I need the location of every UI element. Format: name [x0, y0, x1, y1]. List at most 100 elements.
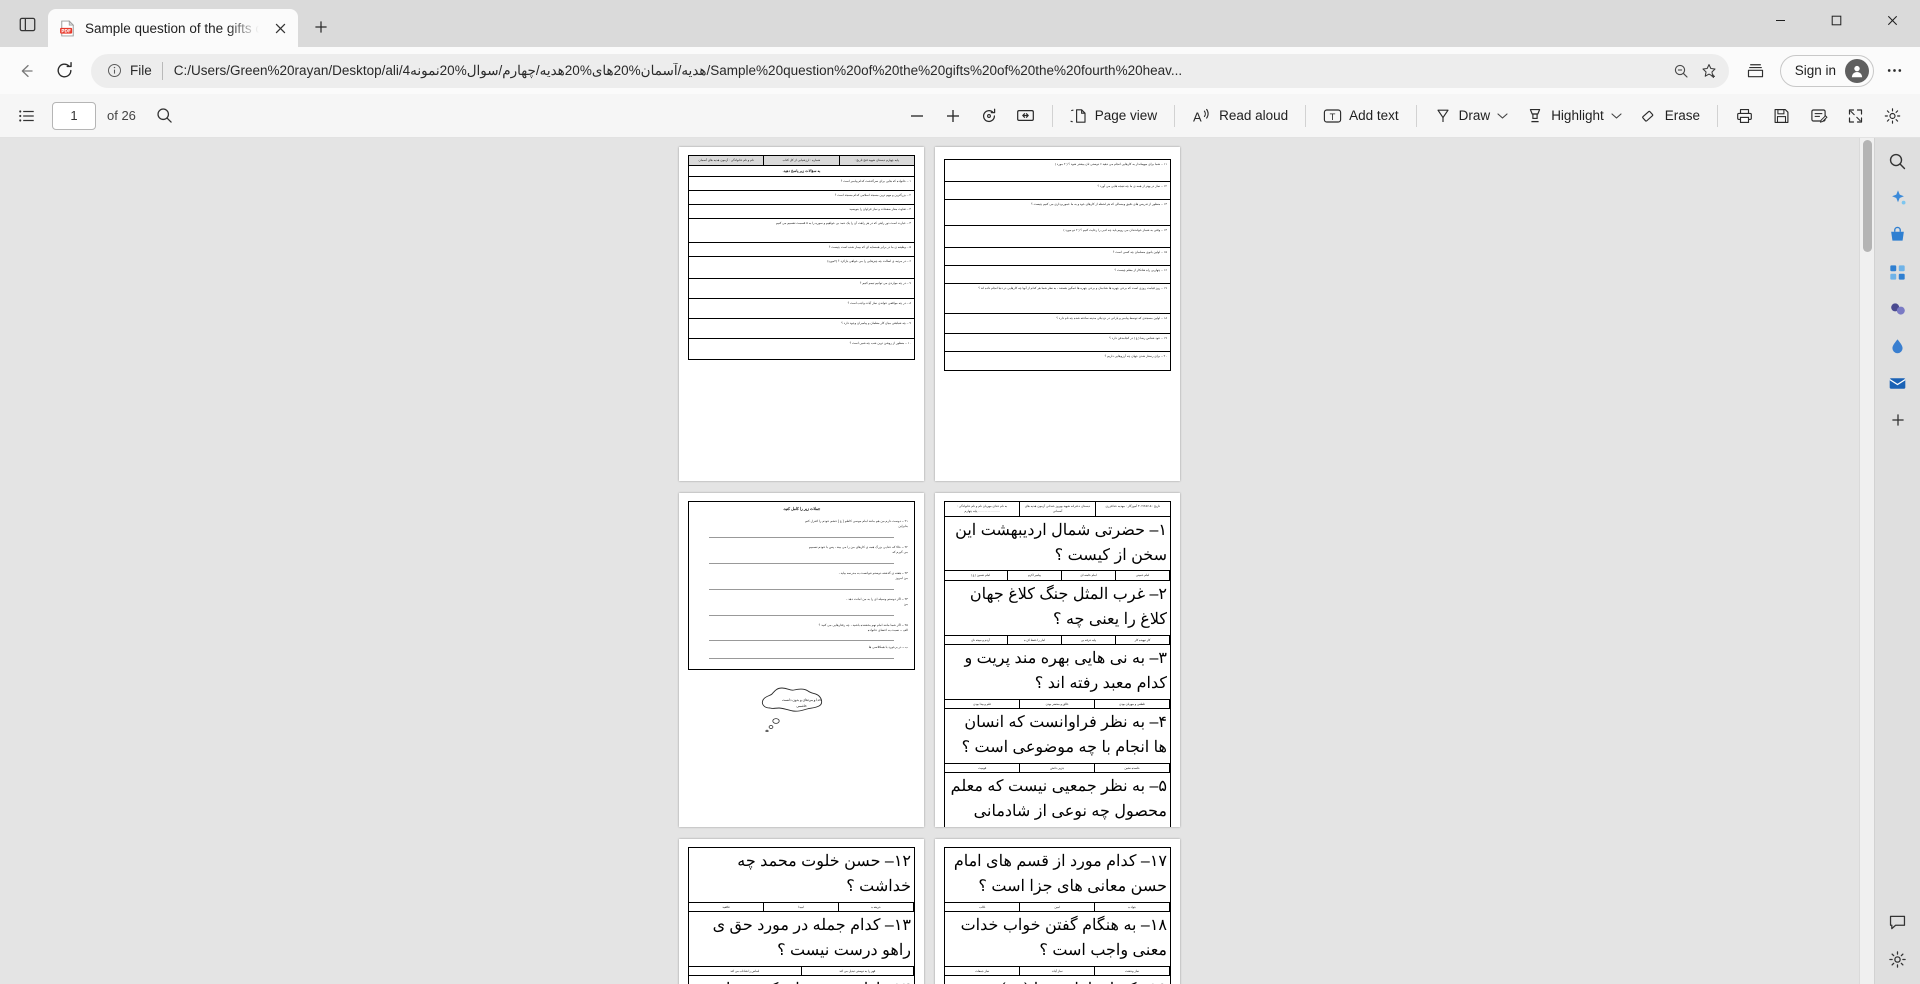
chevron-down-icon[interactable] [1497, 112, 1508, 120]
drop-icon[interactable] [1881, 329, 1915, 363]
mc-question: ۱۸– به هنگام گفتن خواب خدات معنی واجب اس… [945, 912, 1170, 967]
tools-icon[interactable] [1881, 255, 1915, 289]
pdf-settings-button[interactable] [1875, 99, 1910, 133]
star-add-icon[interactable] [1695, 57, 1723, 85]
pdf-page[interactable]: تاریخ : ۴۰۲/۲۸/۱۵ آموزگار : مهدیه خدافزر… [935, 493, 1180, 827]
pdf-page-row: جملات زیر را کامل کنید. ۲۱ – دوست دارم م… [679, 493, 1180, 827]
back-button[interactable] [8, 53, 44, 89]
sign-in-button[interactable]: Sign in [1779, 54, 1874, 87]
mc-option: امار را حفظ کن ه [1008, 635, 1062, 645]
info-circle-icon[interactable] [103, 60, 125, 82]
svg-text:PDF: PDF [61, 28, 71, 34]
fill-in-tail: ب – در برخورد با همکلاسی ها [868, 645, 908, 650]
search-icon[interactable] [1881, 144, 1915, 178]
pdf-page[interactable]: پایه چهارم دبستان شهید فتح تاریخ : شماره… [679, 147, 924, 481]
exam-question: ۱۷ – روز قیامت روزی است که برخی چهره ها … [945, 284, 1170, 314]
exam-header-cell: نام و نام خانوادگی : آزمون هدیه های آسما… [698, 158, 754, 162]
window-minimize-button[interactable] [1752, 0, 1808, 40]
exam-header-row: پایه چهارم دبستان شهید فتح تاریخ : شماره… [689, 156, 914, 166]
pdf-page[interactable]: ۱۷– کدام مورد از قسم های امام حسن معانی … [935, 839, 1180, 984]
zoom-in-button[interactable] [936, 99, 970, 133]
scrollbar-thumb[interactable] [1863, 140, 1872, 252]
pdf-scroll-container[interactable]: پایه چهارم دبستان شهید فتح تاریخ : شماره… [0, 138, 1859, 984]
save-button[interactable] [1764, 99, 1799, 133]
read-aloud-icon: A [1192, 107, 1212, 125]
fill-in-box: جملات زیر را کامل کنید. ۲۱ – دوست دارم م… [688, 501, 915, 670]
outlook-icon[interactable] [1881, 366, 1915, 400]
print-button[interactable] [1727, 99, 1762, 133]
highlight-button[interactable]: Highlight [1518, 99, 1630, 133]
url-text: C:/Users/Green%20rayan/Desktop/ali/4هدیه… [173, 62, 1183, 78]
collections-icon[interactable] [1738, 53, 1774, 89]
mc-option: حریفه ه [839, 902, 914, 912]
fill-in-prompt: ۲۳ – هفته ی گذشته دوستم نتوانست به مدرسه… [838, 570, 908, 575]
add-notes-button[interactable] [1801, 99, 1836, 133]
table-of-contents-button[interactable] [10, 99, 44, 133]
exam-question-list: ۱۱ – شما برای میهماندار به کارهایی انجام… [944, 159, 1171, 371]
mc-header-cell: به نام خدای مهربان نام و نام خانوادگی : … [957, 504, 1008, 513]
sidebar-settings-icon[interactable] [1881, 942, 1915, 976]
draw-button[interactable]: Draw [1426, 99, 1517, 133]
pdf-page[interactable]: ۱۱ – شما برای میهماندار به کارهایی انجام… [935, 147, 1180, 481]
add-sidebar-icon[interactable] [1881, 403, 1915, 437]
feedback-icon[interactable] [1881, 905, 1915, 939]
mc-question: ۱۴– اولین سوره ای که به پیامبر نازل شد چ… [689, 976, 914, 984]
mc-option: امام حسین ( ع ) [954, 571, 1008, 580]
read-aloud-button[interactable]: A Read aloud [1184, 99, 1296, 133]
reload-button[interactable] [46, 53, 82, 89]
pdf-search-button[interactable] [148, 99, 181, 133]
chevron-down-icon[interactable] [1611, 112, 1622, 120]
browser-tab[interactable]: PDF Sample question of the gifts of th [48, 9, 298, 47]
edge-sidebar [1874, 138, 1920, 984]
mc-question: ۵– به نظر جمعیی نیست که معلم محصول چه نو… [945, 773, 1170, 827]
erase-button[interactable]: Erase [1632, 99, 1708, 133]
fill-in-prompt: ۲۵ – اگر شما مانند امام نهم بخشنده باشید… [818, 622, 908, 627]
games-icon[interactable] [1881, 292, 1915, 326]
vertical-scrollbar[interactable] [1859, 138, 1874, 984]
window-controls [1752, 0, 1920, 40]
exam-question: ۱۸ – اولین مسجدی که توسط پیامبر و یارانی… [945, 314, 1170, 334]
rotate-button[interactable] [972, 99, 1006, 133]
close-icon[interactable] [268, 16, 292, 40]
tab-actions-icon[interactable] [6, 4, 48, 44]
exam-question: ۳ – تفاوت معار صفحات و نماز فراوان را بن… [689, 205, 914, 219]
add-text-label: Add text [1349, 108, 1399, 123]
mc-question: ۱۲– حسن خلوت محمد چه خداشت ؟ [689, 848, 914, 903]
shopping-icon[interactable] [1881, 218, 1915, 252]
add-text-button[interactable]: T Add text [1315, 99, 1407, 133]
mc-option: نماز وحشت [1095, 966, 1170, 976]
mc-question: ۱۳– کدام جمله در مورد حق ی راهو درست نیس… [689, 912, 914, 967]
address-bar[interactable]: File C:/Users/Green%20rayan/Desktop/ali/… [91, 53, 1729, 88]
answer-line [709, 609, 894, 616]
pdf-page[interactable]: ۱۲– حسن خلوت محمد چه خداشت ؟ حریفه ه امی… [679, 839, 924, 984]
exam-instruction: به سؤالات زیر پاسخ دهید. [782, 168, 821, 173]
erase-label: Erase [1664, 108, 1700, 123]
mc-question: ۱۹– کسانه امام رضا ( ع ) در کدام شهر ایر… [945, 976, 1170, 984]
mc-header-cell: دبستان دخترانه شهید بهروز خندانی آزمون ه… [1019, 502, 1094, 516]
zoom-out-button[interactable] [900, 99, 934, 133]
zoom-out-icon[interactable] [1667, 57, 1695, 85]
mc-option: عاقفید [689, 902, 765, 912]
window-close-button[interactable] [1864, 0, 1920, 40]
window-maximize-button[interactable] [1808, 0, 1864, 40]
mc-options-row: نماز وحشت نماز آیات نماز جمعات [945, 966, 1170, 977]
pdf-page[interactable]: جملات زیر را کامل کنید. ۲۱ – دوست دارم م… [679, 493, 924, 827]
avatar[interactable] [1845, 58, 1869, 83]
page-view-button[interactable]: Page view [1062, 99, 1165, 133]
draw-label: Draw [1458, 108, 1491, 123]
browser-settings-icon[interactable] [1876, 53, 1912, 89]
sign-in-label: Sign in [1794, 63, 1836, 78]
add-text-icon: T [1323, 107, 1342, 125]
mc-option: اساس را شاداب می کند [689, 966, 802, 976]
mc-options-row: حاسده نشین جزیی دانش قومیت [945, 763, 1170, 774]
page-number-input[interactable]: 1 [52, 101, 96, 130]
fit-to-width-button[interactable] [1008, 99, 1043, 133]
copilot-icon[interactable] [1881, 181, 1915, 215]
highlight-label: Highlight [1551, 108, 1604, 123]
mc-question: ۲– غرب المثل جنگ کلاغ جهان کلاغ را یعنی … [945, 581, 1170, 636]
exam-question: ۱ – خانواده که هایی برای سرگذشت کدام پیا… [689, 177, 914, 191]
new-tab-button[interactable] [304, 10, 338, 44]
mc-options-row: کار نیهیده کار پایه حرفه یی امار را حفظ … [945, 635, 1170, 646]
toolbar-divider [1174, 104, 1176, 127]
fullscreen-button[interactable] [1838, 99, 1873, 133]
